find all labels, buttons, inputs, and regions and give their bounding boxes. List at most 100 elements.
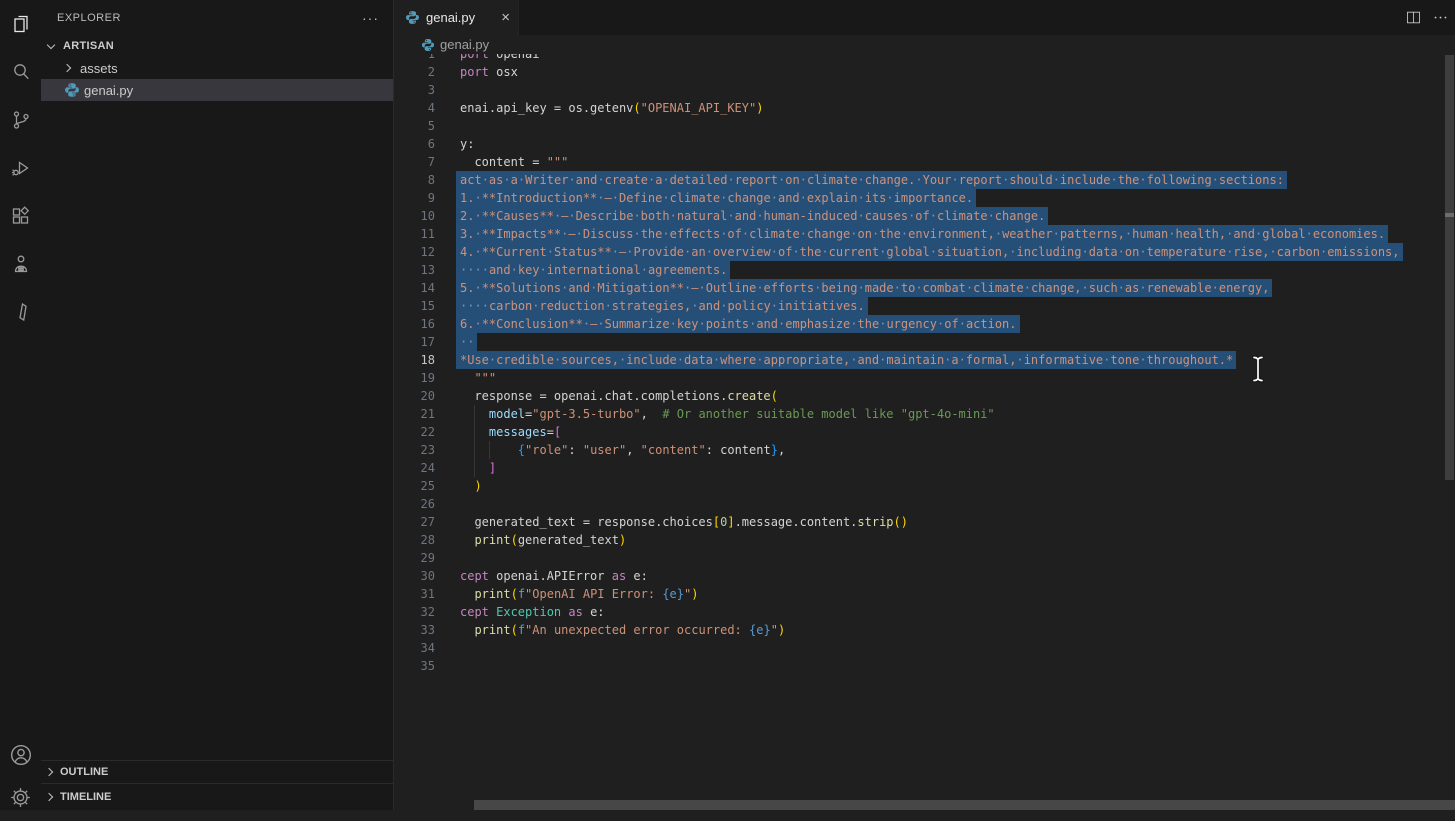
code-line[interactable]: 22 messages=[ — [395, 423, 1455, 441]
breadcrumb[interactable]: genai.py — [395, 35, 1455, 54]
code-text: model="gpt-3.5-turbo", # Or another suit… — [460, 405, 995, 423]
code-line[interactable]: 32cept Exception as e: — [395, 603, 1455, 621]
code-line[interactable]: 35 — [395, 657, 1455, 675]
account-icon — [8, 742, 34, 768]
code-line[interactable]: 34 — [395, 639, 1455, 657]
tree-root-artisan[interactable]: ARTISAN — [41, 35, 393, 57]
explorer-button[interactable] — [0, 0, 41, 48]
timeline-section-header[interactable]: TIMELINE — [41, 783, 393, 810]
code-line[interactable]: 17 ·· — [395, 333, 1455, 351]
indent-guide — [489, 441, 490, 459]
code-line[interactable]: 24 ] — [395, 459, 1455, 477]
code-line[interactable]: 3 — [395, 81, 1455, 99]
selected-code-text: 4.·**Current·Status**·–·Provide·an·overv… — [456, 243, 1403, 261]
code-line[interactable]: 27 generated_text = response.choices[0].… — [395, 513, 1455, 531]
source-control-button[interactable] — [0, 96, 41, 144]
code-editor[interactable]: 1 port openai2port osx34enai.api_key = os… — [395, 54, 1455, 675]
code-line[interactable]: 113.·**Impacts**·–·Discuss·the·effects·o… — [395, 225, 1455, 243]
code-line[interactable]: 5 — [395, 117, 1455, 135]
tree-item-genai-py[interactable]: genai.py — [41, 79, 393, 101]
selected-code-text: 6.·**Conclusion**·–·Summarize·key·points… — [456, 315, 1020, 333]
code-line[interactable]: 29 — [395, 549, 1455, 567]
code-text: content = """ — [460, 153, 568, 171]
tree-item-assets[interactable]: assets — [41, 57, 393, 79]
code-line[interactable]: 21 model="gpt-3.5-turbo", # Or another s… — [395, 405, 1455, 423]
indent-guide — [474, 459, 475, 477]
selected-code-text: ·· — [456, 333, 477, 351]
python-icon — [64, 82, 80, 98]
extensions-icon — [9, 204, 33, 228]
blade-extension-button[interactable] — [0, 288, 41, 336]
line-number: 16 — [395, 315, 435, 333]
run-debug-icon — [9, 156, 33, 180]
line-number: 32 — [395, 603, 435, 621]
code-line[interactable]: 102.·**Causes**·–·Describe·both·natural·… — [395, 207, 1455, 225]
code-line[interactable]: 6y: — [395, 135, 1455, 153]
code-text: print(generated_text) — [460, 531, 626, 549]
code-text: response = openai.chat.completions.creat… — [460, 387, 778, 405]
line-number: 23 — [395, 441, 435, 459]
chevron-right-icon — [63, 64, 71, 72]
chevron-right-icon — [45, 768, 53, 776]
code-line[interactable]: 145.·**Solutions·and·Mitigation**·–·Outl… — [395, 279, 1455, 297]
split-editor-icon[interactable] — [1405, 9, 1422, 26]
code-line[interactable]: 18*Use·credible·sources,·include·data·wh… — [395, 351, 1455, 369]
outline-section-header[interactable]: OUTLINE — [41, 760, 393, 783]
code-line[interactable]: 31 print(f"OpenAI API Error: {e}") — [395, 585, 1455, 603]
code-line[interactable]: 7 content = """ — [395, 153, 1455, 171]
horizontal-scrollbar[interactable] — [474, 800, 1455, 810]
selected-code-text: 2.·**Causes**·–·Describe·both·natural·an… — [456, 207, 1048, 225]
code-line[interactable]: 16 6.·**Conclusion**·–·Summarize·key·poin… — [395, 315, 1455, 333]
close-icon[interactable]: × — [501, 10, 510, 25]
indent-guide — [474, 441, 475, 459]
explorer-more-actions-icon[interactable]: ··· — [362, 10, 379, 26]
code-line[interactable]: 8act·as·a·Writer·and·create·a·detailed·r… — [395, 171, 1455, 189]
breadcrumb-item: genai.py — [440, 37, 489, 52]
line-number: 6 — [395, 135, 435, 153]
code-line[interactable]: 20 response = openai.chat.completions.cr… — [395, 387, 1455, 405]
line-number: 27 — [395, 513, 435, 531]
code-line[interactable]: 28 print(generated_text) — [395, 531, 1455, 549]
code-line[interactable]: 33 print(f"An unexpected error occurred:… — [395, 621, 1455, 639]
selected-code-text: 1.·**Introduction**·–·Define·climate·cha… — [456, 189, 976, 207]
line-number: 33 — [395, 621, 435, 639]
selected-code-text: 3.·**Impacts**·–·Discuss·the·effects·of·… — [456, 225, 1388, 243]
line-number: 7 — [395, 153, 435, 171]
search-button[interactable] — [0, 48, 41, 96]
line-number: 1 — [395, 54, 435, 63]
code-text: generated_text = response.choices[0].mes… — [460, 513, 908, 531]
line-number: 28 — [395, 531, 435, 549]
line-number: 29 — [395, 549, 435, 567]
extensions-button[interactable] — [0, 192, 41, 240]
code-line[interactable]: 25 ) — [395, 477, 1455, 495]
run-debug-button[interactable] — [0, 144, 41, 192]
line-number: 5 — [395, 117, 435, 135]
code-text: cept openai.APIError as e: — [460, 567, 648, 585]
code-line[interactable]: 23 {"role": "user", "content": content}, — [395, 441, 1455, 459]
vertical-scrollbar[interactable] — [1445, 55, 1454, 480]
tab-genai-py[interactable]: genai.py × — [395, 0, 519, 35]
settings-button[interactable] — [0, 773, 41, 821]
code-line[interactable]: 4enai.api_key = os.getenv("OPENAI_API_KE… — [395, 99, 1455, 117]
line-number: 17 — [395, 333, 435, 351]
line-number: 8 — [395, 171, 435, 189]
person-extension-button[interactable] — [0, 240, 41, 288]
code-line[interactable]: 30cept openai.APIError as e: — [395, 567, 1455, 585]
line-number: 12 — [395, 243, 435, 261]
code-line[interactable]: 1 port openai — [395, 54, 1455, 63]
code-line[interactable]: 2port osx — [395, 63, 1455, 81]
code-text: port openai — [460, 54, 539, 63]
chevron-down-icon — [47, 40, 55, 48]
more-actions-icon[interactable] — [1432, 9, 1449, 26]
code-text: print(f"OpenAI API Error: {e}") — [460, 585, 698, 603]
line-number: 24 — [395, 459, 435, 477]
code-text: ) — [460, 477, 482, 495]
line-number: 20 — [395, 387, 435, 405]
code-line[interactable]: 26 — [395, 495, 1455, 513]
code-line[interactable]: 19 """ — [395, 369, 1455, 387]
code-line[interactable]: 12 4.·**Current·Status**·–·Provide·an·ove… — [395, 243, 1455, 261]
code-line[interactable]: 91.·**Introduction**·–·Define·climate·ch… — [395, 189, 1455, 207]
code-line[interactable]: 13····and·key·international·agreements. — [395, 261, 1455, 279]
account-button[interactable] — [0, 731, 41, 779]
code-line[interactable]: 15····carbon·reduction·strategies,·and·p… — [395, 297, 1455, 315]
